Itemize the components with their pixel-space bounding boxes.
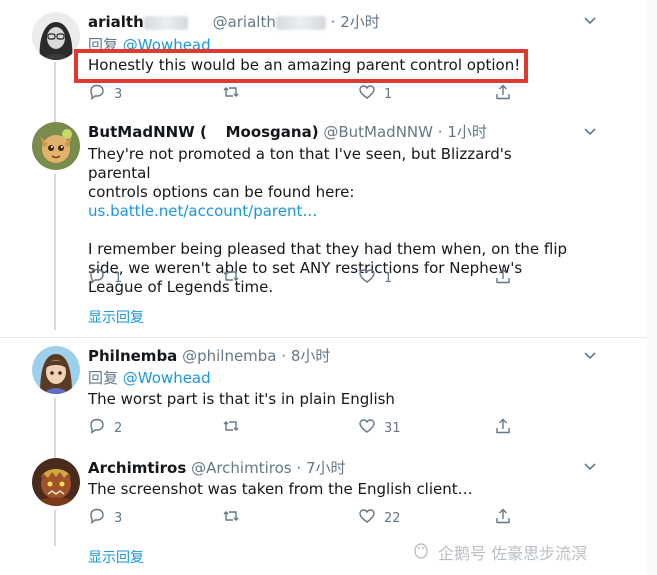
retweet-button[interactable] — [222, 418, 248, 438]
like-button[interactable]: 22 — [358, 508, 401, 528]
avatar[interactable] — [32, 346, 80, 394]
watermark: 企鹅号 佐豪思步流溟 — [412, 540, 587, 564]
thread-line — [54, 448, 56, 458]
scrollbar[interactable] — [647, 0, 657, 575]
reply-icon — [88, 417, 106, 439]
share-button[interactable] — [494, 508, 512, 528]
retweet-icon — [222, 507, 240, 529]
tweet-3[interactable]: Philnemba @philnemba · 8小时 回复 @Wowhead T… — [0, 338, 657, 448]
mention-link[interactable]: @Wowhead — [123, 369, 211, 387]
retweet-icon — [222, 83, 240, 105]
reply-button[interactable]: 1 — [88, 268, 122, 288]
redacted-name — [143, 15, 188, 30]
reply-button[interactable]: 3 — [88, 508, 122, 528]
like-count: 22 — [384, 510, 401, 526]
heart-icon — [358, 417, 376, 439]
retweet-icon — [222, 267, 240, 289]
reply-button[interactable]: 2 — [88, 418, 122, 438]
like-button[interactable]: 31 — [358, 418, 401, 438]
like-count: 31 — [384, 420, 401, 436]
like-button[interactable]: 1 — [358, 84, 392, 104]
share-button[interactable] — [494, 84, 512, 104]
like-count: 1 — [384, 270, 393, 286]
chevron-down-icon[interactable] — [582, 12, 598, 28]
display-name[interactable]: arialth — [88, 13, 144, 31]
separator: · — [296, 459, 302, 477]
tweet-header: arialth @arialth · 2小时 — [88, 12, 380, 32]
separator: · — [330, 13, 336, 31]
retweet-button[interactable] — [222, 268, 248, 288]
redacted-handle — [275, 15, 326, 30]
retweet-icon — [222, 417, 240, 439]
tweet-2[interactable]: ButMadNNW ( Moosgana) @ButMadNNW · 1小时 T… — [0, 108, 657, 338]
heart-icon — [358, 267, 376, 289]
timestamp[interactable]: 1小时 — [447, 123, 487, 141]
display-name[interactable]: Archimtiros — [88, 459, 186, 477]
reply-button[interactable]: 3 — [88, 84, 122, 104]
tweet-text: The worst part is that it's in plain Eng… — [88, 390, 395, 408]
share-icon — [494, 507, 512, 529]
tweet-text-line: They're not promoted a ton that I've see… — [88, 145, 512, 182]
handle[interactable]: @philnemba — [182, 347, 276, 365]
avatar[interactable] — [32, 12, 80, 60]
display-name[interactable]: ButMadNNW ( — [88, 123, 207, 141]
timestamp[interactable]: 7小时 — [306, 459, 346, 477]
share-button[interactable] — [494, 418, 512, 438]
reply-count: 3 — [114, 86, 123, 102]
tweet-header: ButMadNNW ( Moosgana) @ButMadNNW · 1小时 — [88, 122, 487, 142]
chevron-down-icon[interactable] — [582, 123, 598, 139]
penguin-icon — [412, 541, 438, 563]
heart-icon — [358, 83, 376, 105]
timestamp[interactable]: 2小时 — [340, 13, 380, 31]
tweet-link[interactable]: us.battle.net/account/parent… — [88, 202, 317, 220]
avatar[interactable] — [32, 458, 80, 506]
display-name[interactable]: Philnemba — [88, 347, 177, 365]
tweet-text-segment: controls options can be found here: — [88, 183, 355, 201]
replying-to: 回复 @Wowhead — [88, 368, 211, 388]
tweet-header: Philnemba @philnemba · 8小时 — [88, 346, 330, 366]
share-button[interactable] — [494, 268, 512, 288]
handle[interactable]: @ButMadNNW — [323, 123, 433, 141]
tweet-text-line: controls options can be found here: us.b… — [88, 183, 578, 221]
like-count: 1 — [384, 86, 393, 102]
tweet-actions: 1 1 — [88, 268, 518, 288]
show-replies-link[interactable]: 显示回复 — [88, 547, 144, 567]
reply-icon — [88, 83, 106, 105]
chevron-down-icon[interactable] — [582, 347, 598, 363]
thread-line — [54, 62, 56, 108]
separator: · — [437, 123, 443, 141]
timestamp[interactable]: 8小时 — [291, 347, 331, 365]
tweet-header: Archimtiros @Archimtiros · 7小时 — [88, 458, 345, 478]
thread-line — [54, 510, 56, 546]
show-replies-link[interactable]: 显示回复 — [88, 307, 144, 327]
highlight-box — [74, 49, 528, 83]
avatar[interactable] — [32, 122, 80, 170]
retweet-button[interactable] — [222, 508, 248, 528]
reply-icon — [88, 267, 106, 289]
reply-count: 1 — [114, 270, 123, 286]
heart-icon — [358, 507, 376, 529]
reply-count: 2 — [114, 420, 123, 436]
retweet-button[interactable] — [222, 84, 248, 104]
reply-icon — [88, 507, 106, 529]
handle[interactable]: @arialth — [213, 13, 276, 31]
share-icon — [494, 267, 512, 289]
handle[interactable]: @Archimtiros — [191, 459, 292, 477]
like-button[interactable]: 1 — [358, 268, 392, 288]
tweet-text: The screenshot was taken from the Englis… — [88, 480, 473, 498]
share-icon — [494, 417, 512, 439]
tweet-actions: 3 22 — [88, 508, 518, 528]
share-icon — [494, 83, 512, 105]
display-name-part-2[interactable]: Moosgana) — [226, 123, 319, 141]
watermark-text: 企鹅号 佐豪思步流溟 — [438, 544, 588, 563]
separator: · — [281, 347, 287, 365]
thread-line — [54, 398, 56, 448]
reply-label: 回复 — [88, 369, 119, 387]
chevron-down-icon[interactable] — [582, 458, 598, 474]
reply-count: 3 — [114, 510, 123, 526]
tweet-actions: 2 31 — [88, 418, 518, 438]
thread-line — [54, 174, 56, 330]
thread-line — [54, 108, 56, 122]
tweet-actions: 3 1 — [88, 84, 518, 104]
